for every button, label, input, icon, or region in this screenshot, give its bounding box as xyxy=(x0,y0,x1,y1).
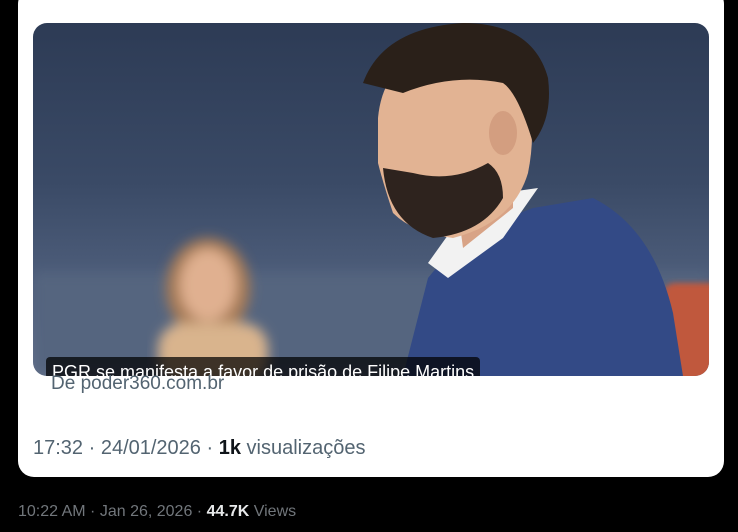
quoted-tweet-card[interactable]: PGR se manifesta a favor de prisão de Fi… xyxy=(18,0,724,477)
photo-illustration xyxy=(33,23,709,376)
tweet-meta: 10:22 AM · Jan 26, 2026 · 44.7K Views xyxy=(18,503,296,521)
link-preview-card[interactable]: PGR se manifesta a favor de prisão de Fi… xyxy=(33,23,709,376)
quoted-tweet-views-count: 1k xyxy=(218,437,241,459)
tweet-views-label[interactable]: Views xyxy=(254,503,296,520)
article-photo xyxy=(33,23,709,376)
meta-separator: · xyxy=(196,503,203,520)
quoted-tweet-meta: 17:32 · 24/01/2026 · 1k visualizações xyxy=(33,437,365,460)
quoted-tweet-views-label: visualizações xyxy=(246,437,366,459)
quoted-tweet-timestamp[interactable]: 17:32 · 24/01/2026 xyxy=(33,437,201,459)
tweet-views-count[interactable]: 44.7K xyxy=(207,503,250,520)
tweet-timestamp[interactable]: 10:22 AM · Jan 26, 2026 xyxy=(18,503,192,520)
meta-separator: · xyxy=(206,437,214,459)
link-source[interactable]: De poder360.com.br xyxy=(51,373,224,395)
